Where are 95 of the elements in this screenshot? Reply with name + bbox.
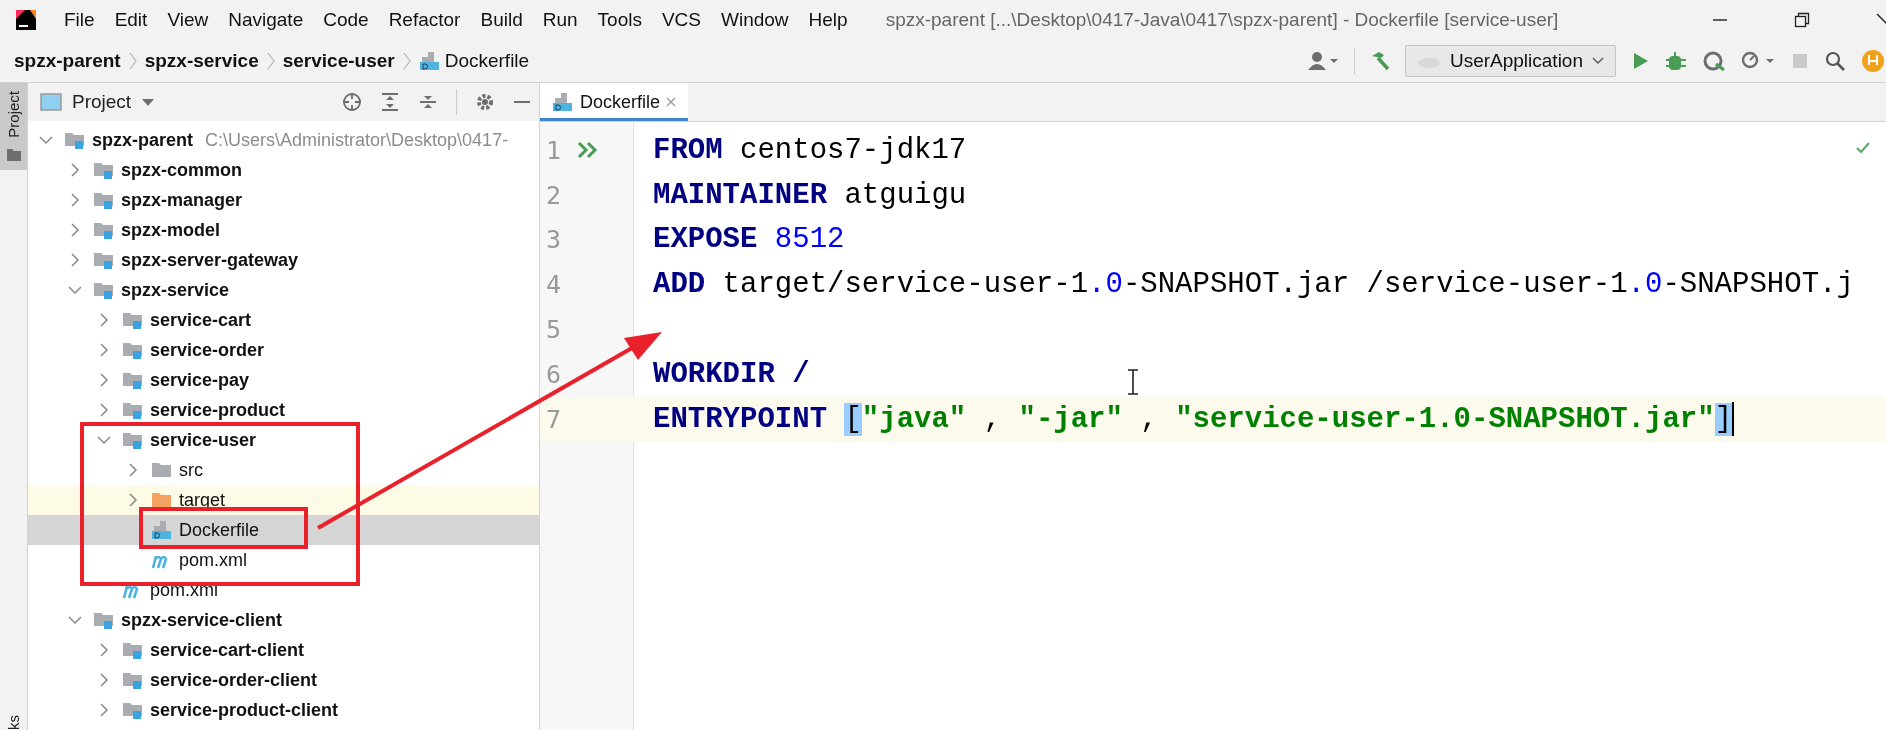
user-icon[interactable] (1307, 51, 1340, 71)
line-number: 5 (546, 315, 562, 345)
menu-item[interactable]: Navigate (228, 9, 304, 31)
module-folder-icon (122, 400, 144, 420)
settings-icon[interactable] (475, 92, 495, 112)
chevron-right-icon (128, 52, 137, 70)
text-cursor-icon (1127, 369, 1139, 395)
code-line: ADD target/service-user-1.0-SNAPSHOT.jar /service-user-1.0-SNAPSHOT.j (653, 268, 1854, 302)
breadcrumb-item[interactable]: spzx-service (144, 50, 259, 72)
window-title: spzx-parent [...\Desktop\0417-Java\0417\spzx-parent] - Dockerfile [service-user] (885, 9, 1560, 31)
menu-item[interactable]: Refactor (388, 9, 461, 31)
locate-icon[interactable] (342, 92, 362, 112)
folder-icon (5, 147, 22, 162)
editor-tab[interactable]: Dockerfile (540, 83, 689, 121)
menu-item[interactable]: Tools (597, 9, 642, 31)
line-number: 2 (546, 180, 562, 210)
debug-icon[interactable] (1664, 50, 1688, 72)
menu-item[interactable]: File (64, 9, 95, 31)
window-icon (40, 93, 62, 111)
restore-icon[interactable] (1794, 12, 1810, 28)
chevron-right-icon (402, 52, 411, 70)
dockerfile-icon (418, 51, 441, 71)
tree-item[interactable]: spzx-server-gateway (28, 245, 539, 275)
code-line: ENTRYPOINT ["java" , "-jar" , "service-user-1.0-SNAPSHOT.jar"] (653, 402, 1733, 436)
tree-item[interactable]: service-order (28, 335, 539, 365)
run-configuration-dropdown[interactable]: UserApplication (1404, 45, 1616, 77)
tree-item[interactable]: target (28, 485, 539, 515)
menu-item[interactable]: Edit (114, 9, 148, 31)
menu-item[interactable]: Build (480, 9, 523, 31)
line-number: 6 (546, 359, 562, 389)
module-folder-icon (93, 280, 115, 300)
dockerfile-icon (552, 92, 574, 112)
chevron-right-icon (266, 52, 275, 70)
module-folder-icon (122, 670, 144, 690)
folder-icon (151, 460, 173, 480)
tree-item[interactable]: spzx-parent C:\Users\Administrator\Desktop\0417- (28, 125, 539, 155)
tree-item[interactable]: src (28, 455, 539, 485)
tree-item[interactable]: service-product-client (28, 695, 539, 725)
menu-item[interactable]: Code (323, 9, 369, 31)
app-logo-icon (14, 8, 38, 32)
menu-item[interactable]: Window (721, 9, 789, 31)
code-line: MAINTAINER atguigu (653, 178, 967, 212)
tree-item[interactable]: spzx-service-client (28, 605, 539, 635)
module-folder-icon (122, 640, 144, 660)
panel-title[interactable]: Project (40, 91, 156, 113)
module-folder-icon (122, 310, 144, 330)
tree-item[interactable]: spzx-manager (28, 185, 539, 215)
module-folder-icon (93, 250, 115, 270)
module-folder-icon (122, 370, 144, 390)
dockerfile-icon (151, 520, 173, 540)
code-line: EXPOSE 8512 (653, 223, 845, 257)
code-line: WORKDIR / (653, 357, 810, 391)
module-folder-icon (64, 130, 86, 150)
menu-item[interactable]: VCS (661, 9, 701, 31)
module-folder-icon (122, 430, 144, 450)
expand-all-icon[interactable] (380, 92, 400, 112)
tree-item[interactable]: service-order-client (28, 665, 539, 695)
tool-window-tab[interactable]: Project (0, 83, 27, 170)
breadcrumb-item[interactable]: Dockerfile (418, 50, 530, 72)
tree-item[interactable]: service-user (28, 425, 539, 455)
tree-item[interactable]: pom.xml (28, 575, 539, 605)
module-folder-icon (122, 700, 144, 720)
module-folder-icon (122, 340, 144, 360)
line-number: 4 (546, 270, 562, 300)
search-icon[interactable] (1824, 50, 1846, 72)
menu-item[interactable]: Run (542, 9, 578, 31)
line-number: 7 (546, 404, 562, 434)
tree-item[interactable]: service-cart-client (28, 635, 539, 665)
tree-item[interactable]: service-cart (28, 305, 539, 335)
tree-item[interactable]: service-pay (28, 365, 539, 395)
tree-item[interactable]: pom.xml (28, 545, 539, 575)
line-number: 3 (546, 225, 562, 255)
caret-down-icon (141, 97, 156, 107)
checkmark-icon (1856, 142, 1870, 154)
module-folder-icon (93, 190, 115, 210)
menu-item[interactable]: View (167, 9, 209, 31)
tree-item[interactable]: spzx-model (28, 215, 539, 245)
menu-item[interactable]: Help (808, 9, 848, 31)
tree-item[interactable]: service-product (28, 395, 539, 425)
breadcrumb-item[interactable]: spzx-parent (14, 50, 121, 72)
tree-item[interactable]: spzx-service (28, 275, 539, 305)
module-folder-icon (93, 220, 115, 240)
coverage-icon[interactable] (1702, 50, 1726, 72)
tool-window-tab[interactable]: ks (5, 715, 22, 730)
run-icon[interactable] (577, 140, 600, 161)
code-line: FROM centos7-jdk17 (653, 133, 967, 167)
plugin-icon[interactable] (1860, 48, 1884, 74)
tree-item[interactable]: Dockerfile (28, 515, 539, 545)
module-folder-icon (93, 610, 115, 630)
tree-item[interactable]: spzx-common (28, 155, 539, 185)
breadcrumb-item[interactable]: service-user (282, 50, 395, 72)
chevron-down-icon (1591, 56, 1605, 66)
module-folder-icon (93, 160, 115, 180)
folder-icon (151, 490, 173, 510)
line-number: 1 (546, 135, 562, 165)
